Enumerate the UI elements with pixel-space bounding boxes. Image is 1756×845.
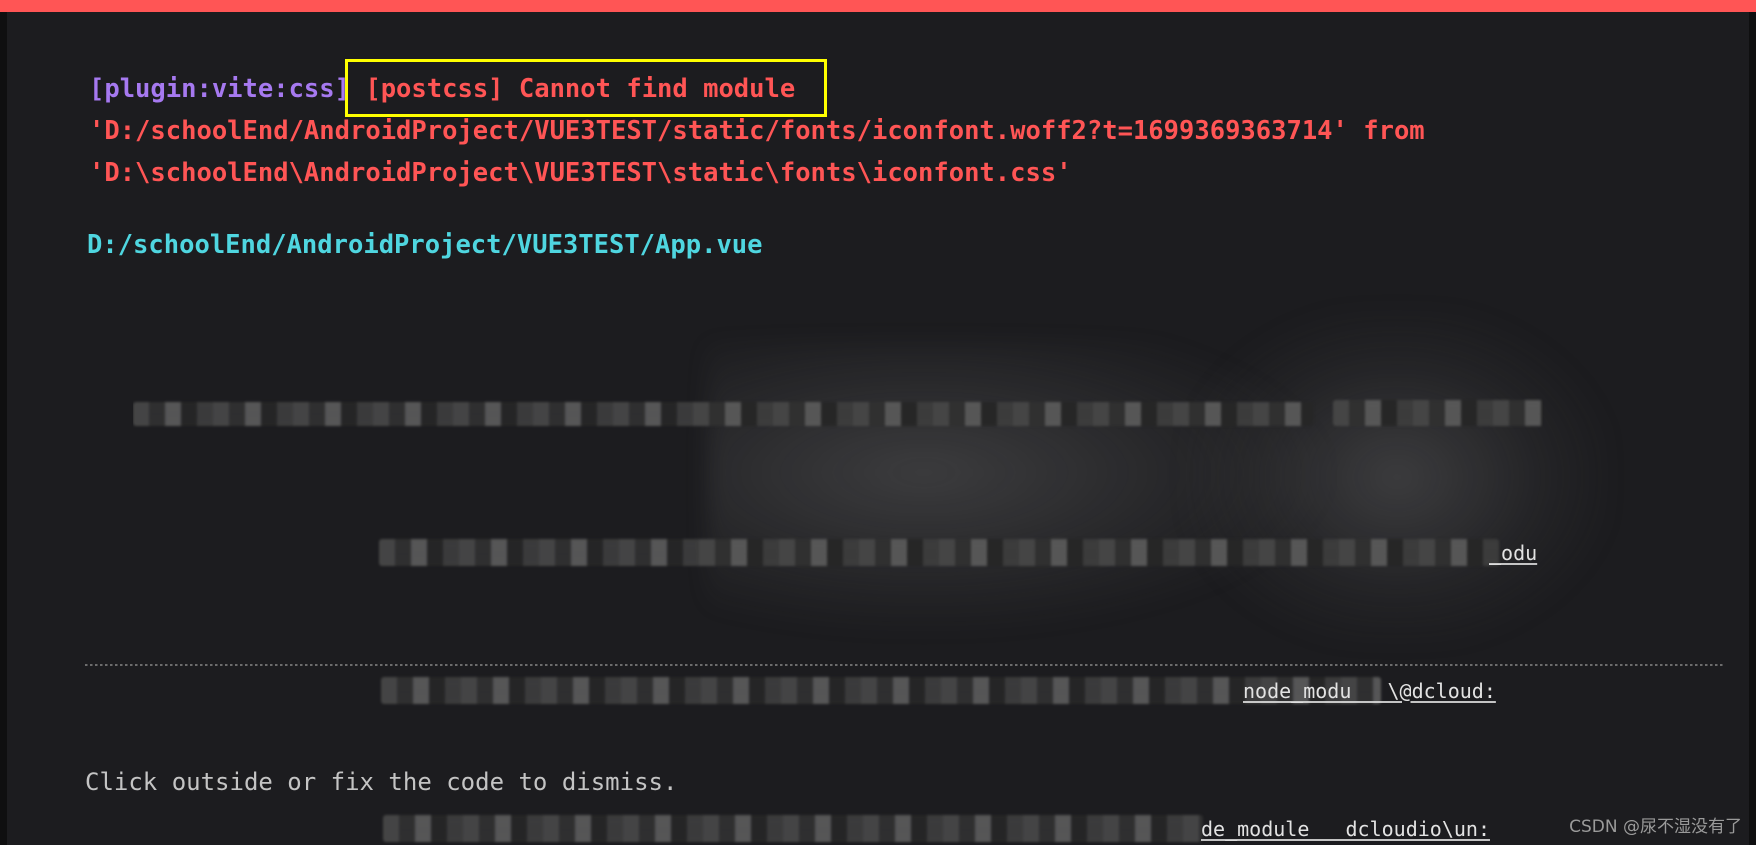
- footer-divider: [85, 664, 1725, 666]
- overlay-content: [plugin:vite:css] [postcss] Cannot find …: [7, 12, 1749, 845]
- overlay-accent-bar: [0, 0, 1756, 12]
- stack-row: [133, 398, 1543, 433]
- error-file-link[interactable]: D:/schoolEnd/AndroidProject/VUE3TEST/App…: [87, 228, 763, 262]
- censor-block: [383, 814, 1203, 842]
- footer-line-dismiss: Click outside or fix the code to dismiss…: [85, 768, 678, 796]
- stack-row: at Function.resol _odu: [133, 536, 1543, 571]
- censor-block: [133, 401, 1313, 426]
- csdn-watermark: CSDN @尿不湿没有了: [1569, 817, 1742, 837]
- stack-row-tail: de_module dcloudio\un:: [1201, 816, 1490, 841]
- overlay-frame-left: [0, 0, 7, 845]
- overlay-frame-right: [1749, 0, 1756, 845]
- censor-block: [381, 676, 1381, 704]
- error-message: [plugin:vite:css] [postcss] Cannot find …: [89, 68, 1729, 194]
- stack-row-tail: _odu: [1489, 540, 1538, 565]
- censor-block: [379, 538, 1499, 566]
- stack-row-tail: node_modu \@dcloud:: [1243, 678, 1496, 703]
- vite-error-overlay: [plugin:vite:css] [postcss] Cannot find …: [0, 0, 1756, 845]
- plugin-label: [plugin:vite:css]: [89, 74, 350, 104]
- censor-block: [1333, 399, 1543, 426]
